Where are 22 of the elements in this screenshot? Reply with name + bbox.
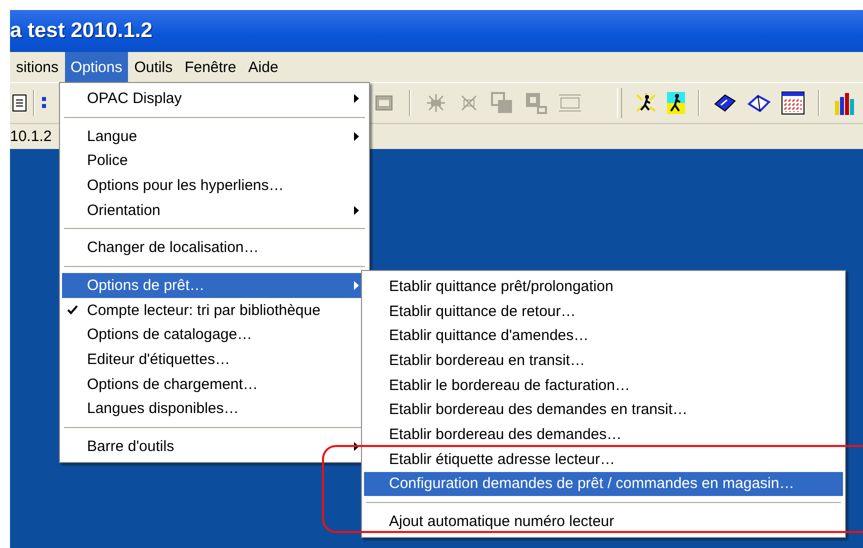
menu-item[interactable]: Options pour les hyperliens…: [62, 173, 367, 198]
window-title: a test 2010.1.2: [10, 19, 152, 43]
menu-item[interactable]: Aide: [242, 52, 284, 82]
menu-item[interactable]: Etablir le bordereau de facturation…: [364, 372, 843, 398]
menu-item[interactable]: Etablir bordereau en transit…: [364, 348, 843, 373]
menu-item[interactable]: Police: [62, 148, 367, 174]
menu-item[interactable]: Langue: [62, 124, 367, 148]
version-text: 10.1.2: [10, 128, 52, 145]
menu-item[interactable]: sitions: [10, 52, 65, 82]
menu-item[interactable]: Outils: [128, 52, 179, 82]
menu-item[interactable]: Etablir quittance d'amendes…: [364, 323, 843, 348]
menu-item[interactable]: Ajout automatique numéro lecteur: [364, 509, 843, 534]
menu-item[interactable]: Configuration demandes de prêt / commandes en magasin…: [364, 472, 843, 496]
menu-item[interactable]: Fenêtre: [178, 52, 242, 82]
menu-item[interactable]: OPAC Display: [62, 86, 367, 111]
menu-item[interactable]: Changer de localisation…: [62, 235, 367, 260]
menu-item[interactable]: Etablir quittance de retour…: [364, 298, 843, 324]
menu-item[interactable]: Options: [64, 52, 128, 82]
menu-item[interactable]: Etablir bordereau des demandes en transit…: [364, 397, 843, 422]
menu-item[interactable]: Etablir bordereau des demandes…: [364, 422, 843, 447]
menu-item[interactable]: Orientation: [62, 198, 367, 222]
menu-item[interactable]: Etablir quittance prêt/prolongation: [364, 274, 843, 299]
